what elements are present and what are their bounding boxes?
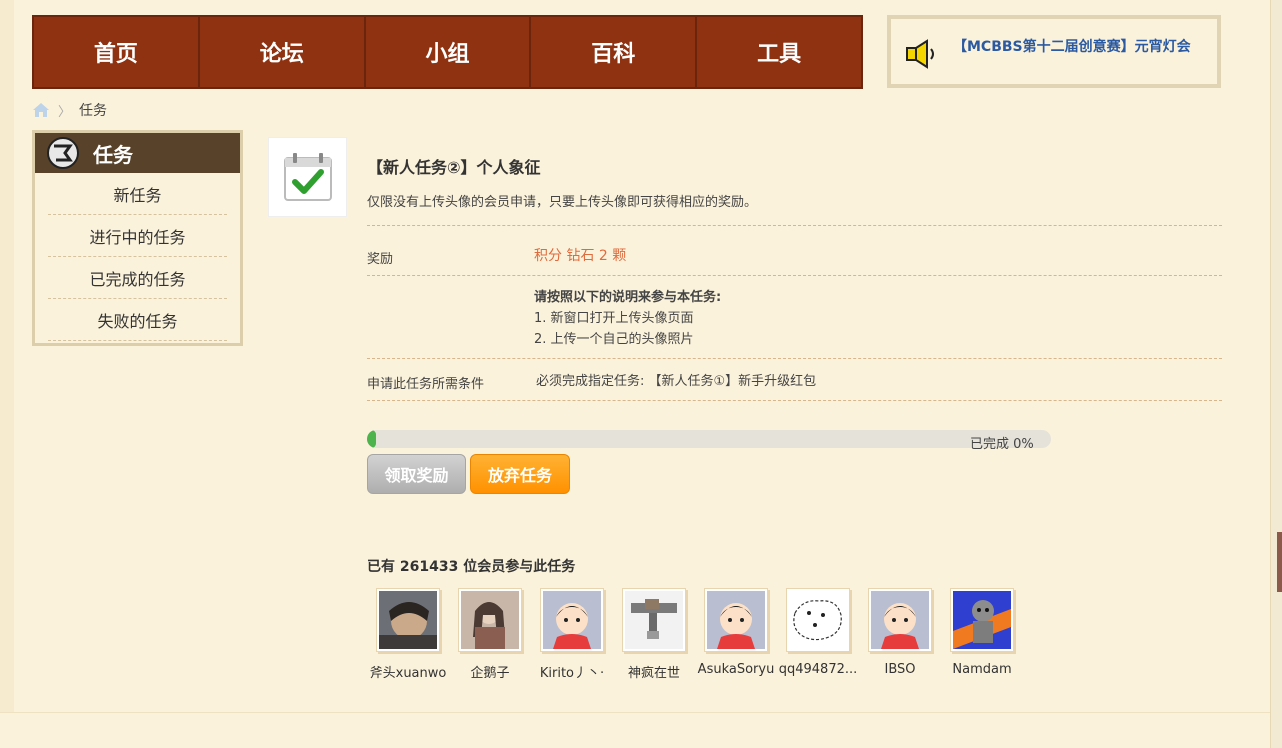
participant-name[interactable]: 神疯在世 [613,662,695,681]
progress-bar [367,430,1051,448]
nav-item-forum[interactable]: 论坛 [200,17,366,87]
breadcrumb-current: 任务 [79,103,108,119]
announcement-box: 【MCBBS第十二届创意赛】元宵灯会 [887,15,1221,88]
avatar[interactable] [622,588,686,652]
participant-item[interactable]: 企鹅子 [449,588,531,681]
participant-item[interactable]: Kirito丿丶· [531,588,613,681]
sidebar-item-failed[interactable]: 失败的任务 [48,299,227,341]
divider [367,358,1222,359]
breadcrumb-separator: 〉 [58,104,72,120]
condition-label: 申请此任务所需条件 [367,377,485,392]
breadcrumb: 〉 任务 [32,100,107,120]
divider [367,225,1222,226]
participant-item[interactable]: 斧头xuanwo [367,588,449,681]
sidebar-item-in-progress[interactable]: 进行中的任务 [48,215,227,257]
task-instructions: 请按照以下的说明来参与本任务: 1. 新窗口打开上传头像页面 2. 上传一个自己… [534,287,721,350]
participant-list: 斧头xuanwo 企鹅子 Kirito丿丶· 神疯在世 AsukaSoryu q… [367,588,1023,681]
reward-label: 奖励 [367,252,394,267]
task-title: 【新人任务②】个人象征 [367,158,541,177]
participant-name[interactable]: Kirito丿丶· [531,662,613,681]
progress-text: 已完成 0% [970,437,1034,452]
participants-summary: 已有 261433 位会员参与此任务 [367,559,576,575]
sidebar: 任务 新任务 进行中的任务 已完成的任务 失败的任务 [32,130,243,346]
participant-item[interactable]: 神疯在世 [613,588,695,681]
participant-item[interactable]: Namdam [941,588,1023,681]
avatar[interactable] [540,588,604,652]
task-scroll-icon [47,137,79,169]
progress-fill [367,430,376,448]
avatar[interactable] [868,588,932,652]
participant-name[interactable]: qq494872... [777,662,859,677]
sidebar-title: 任务 [93,142,133,167]
participant-name[interactable]: 企鹅子 [449,662,531,681]
nav-item-group[interactable]: 小组 [366,17,532,87]
reward-value: 积分 钻石 2 颗 [534,248,627,264]
announcement-link[interactable]: 【MCBBS第十二届创意赛】元宵灯会 [953,36,1191,56]
sidebar-item-completed[interactable]: 已完成的任务 [48,257,227,299]
participant-item[interactable]: AsukaSoryu [695,588,777,681]
participant-name[interactable]: Namdam [941,662,1023,677]
divider [367,400,1222,401]
nav-item-home[interactable]: 首页 [34,17,200,87]
sidebar-header: 任务 [35,133,240,173]
instruction-step[interactable]: 1. 新窗口打开上传头像页面 [534,308,721,329]
instructions-heading: 请按照以下的说明来参与本任务: [534,290,722,305]
page-footer-strip [0,712,1270,748]
page-left-edge [0,0,14,712]
instruction-step: 2. 上传一个自己的头像照片 [534,332,694,347]
main-nav: 首页 论坛 小组 百科 工具 [32,15,863,89]
task-description: 仅限没有上传头像的会员申请，只要上传头像即可获得相应的奖励。 [367,195,758,210]
divider [367,275,1222,276]
participant-name[interactable]: 斧头xuanwo [367,662,449,681]
claim-reward-button[interactable]: 领取奖励 [367,454,466,494]
avatar[interactable] [950,588,1014,652]
side-widget-tab[interactable] [1277,532,1282,592]
calendar-check-icon [283,153,332,201]
participant-item[interactable]: qq494872... [777,588,859,681]
participant-item[interactable]: IBSO [859,588,941,681]
nav-item-tools[interactable]: 工具 [697,17,861,87]
condition-value[interactable]: 必须完成指定任务: 【新人任务①】新手升级红包 [536,370,816,389]
task-icon-box [268,137,347,217]
nav-item-wiki[interactable]: 百科 [531,17,698,87]
abandon-task-button[interactable]: 放弃任务 [470,454,570,494]
avatar[interactable] [704,588,768,652]
avatar[interactable] [786,588,850,652]
participant-name[interactable]: IBSO [859,662,941,677]
sidebar-item-new[interactable]: 新任务 [48,173,227,215]
avatar[interactable] [458,588,522,652]
avatar[interactable] [376,588,440,652]
scrollbar-track[interactable] [1270,0,1282,748]
participant-name[interactable]: AsukaSoryu [695,662,777,677]
speaker-icon [906,39,934,69]
home-icon[interactable] [32,102,50,118]
